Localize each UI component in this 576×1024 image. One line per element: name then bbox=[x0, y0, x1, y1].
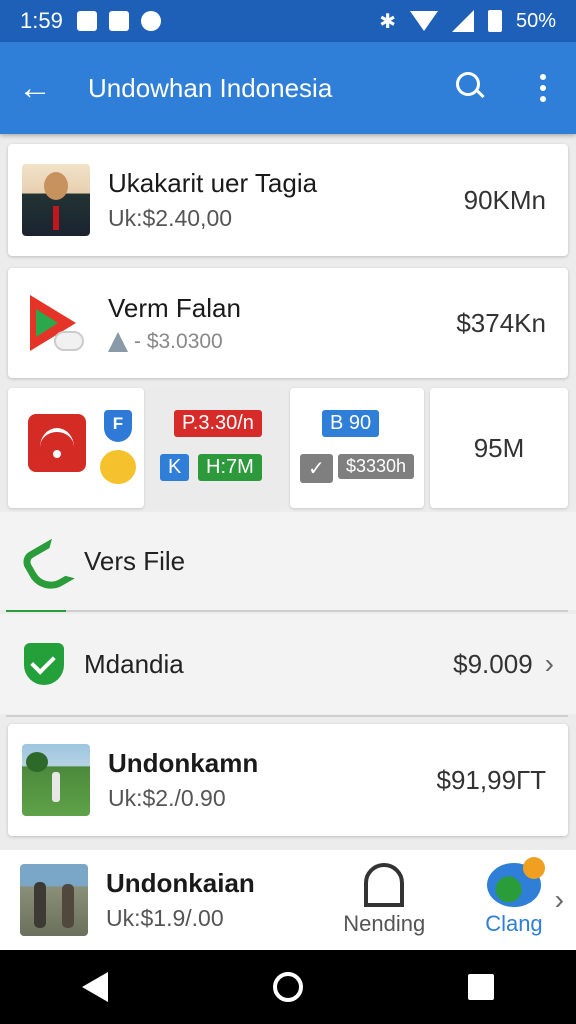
check-row[interactable]: Mdandia $9.009 › bbox=[0, 614, 576, 714]
b-chip: B 90 bbox=[322, 410, 380, 437]
search-icon[interactable] bbox=[452, 68, 492, 108]
phone-row[interactable]: Vers File bbox=[0, 512, 576, 610]
item-price: Uk:$1.9/.00 bbox=[106, 905, 224, 931]
more-options-icon[interactable] bbox=[528, 74, 558, 102]
back-arrow-icon[interactable]: ← bbox=[18, 69, 68, 108]
tile-value: 95M bbox=[473, 432, 525, 463]
verified-shield-icon bbox=[24, 643, 64, 685]
item-name: Ukakarit uer Tagia bbox=[108, 168, 318, 198]
field-thumbnail bbox=[22, 744, 90, 816]
item-name: Verm Falan bbox=[108, 292, 241, 323]
door-icon bbox=[364, 863, 405, 907]
notification-icon bbox=[76, 11, 97, 31]
check-row-label: Mdandia bbox=[84, 648, 184, 679]
phone-row-label: Vers File bbox=[84, 545, 186, 576]
system-nav-bar bbox=[0, 950, 576, 1024]
list-item[interactable]: Verm Falan - $3.0300 $374Kn bbox=[8, 268, 568, 378]
bluetooth-icon: ✱ bbox=[379, 10, 396, 33]
chip-tile[interactable]: B 90 ✓ $3330h bbox=[290, 388, 424, 508]
list-item[interactable]: Undonkaian Uk:$1.9/.00 Nending Clang › bbox=[0, 850, 576, 950]
item-price: Uk:$2./0.90 bbox=[108, 785, 226, 811]
action-label: Clang bbox=[485, 911, 543, 936]
play-app-icon bbox=[22, 287, 90, 359]
list-item[interactable]: Ukakarit uer Tagia Uk:$2.40,00 90KMn bbox=[8, 144, 568, 256]
location-icon bbox=[140, 11, 161, 31]
app-bar: ← Undowhan Indonesia bbox=[0, 42, 576, 134]
app-tile[interactable]: F bbox=[8, 388, 144, 508]
item-price: - $3.0300 bbox=[134, 329, 223, 353]
check-row-value: $9.009 bbox=[453, 648, 533, 679]
status-bar: 1:59 ✱ 50% bbox=[0, 0, 576, 42]
k-chip: K bbox=[160, 454, 190, 481]
nav-back-icon[interactable] bbox=[82, 972, 109, 1002]
height-chip: H:7M bbox=[198, 454, 262, 481]
item-price: Uk:$2.40,00 bbox=[108, 205, 233, 231]
chip-tile[interactable]: P.3.30/n K H:7M bbox=[148, 388, 286, 508]
item-value: $91,99ГТ bbox=[436, 764, 546, 795]
sim-icon bbox=[108, 11, 129, 31]
chevron-right-icon: › bbox=[544, 648, 554, 679]
wifi-app-icon bbox=[28, 414, 86, 472]
item-value: 90KMn bbox=[463, 184, 546, 215]
pyramid-icon bbox=[108, 331, 128, 352]
item-value: $374Kn bbox=[456, 307, 546, 338]
nav-recents-icon[interactable] bbox=[467, 974, 494, 1000]
shield-icon: F bbox=[104, 410, 132, 442]
people-thumbnail bbox=[20, 864, 88, 936]
phone-icon bbox=[24, 541, 64, 581]
page-title: Undowhan Indonesia bbox=[88, 72, 333, 103]
battery-level: 50% bbox=[515, 9, 556, 32]
clang-button[interactable]: Clang bbox=[485, 857, 545, 937]
signal-icon bbox=[451, 10, 474, 32]
nav-home-icon[interactable] bbox=[272, 972, 303, 1002]
value-tile[interactable]: 95M bbox=[430, 388, 568, 508]
globe-icon bbox=[486, 857, 545, 907]
action-label: Nending bbox=[343, 911, 426, 936]
amount-chip: $3330h bbox=[338, 454, 415, 479]
divider bbox=[6, 715, 568, 717]
battery-icon bbox=[487, 10, 502, 32]
person-thumbnail bbox=[22, 164, 90, 236]
check-chip: ✓ bbox=[300, 454, 333, 483]
heart-badge-icon bbox=[100, 450, 136, 484]
item-name: Undonkaian bbox=[106, 868, 255, 898]
chevron-right-icon[interactable]: › bbox=[555, 884, 564, 916]
nending-button[interactable]: Nending bbox=[343, 863, 425, 937]
wifi-icon bbox=[409, 11, 438, 31]
list-item[interactable]: Undonkamn Uk:$2./0.90 $91,99ГТ bbox=[8, 724, 568, 836]
item-name: Undonkamn bbox=[108, 748, 259, 778]
price-chip: P.3.30/n bbox=[174, 410, 262, 437]
status-time: 1:59 bbox=[20, 8, 63, 33]
divider bbox=[6, 610, 568, 612]
